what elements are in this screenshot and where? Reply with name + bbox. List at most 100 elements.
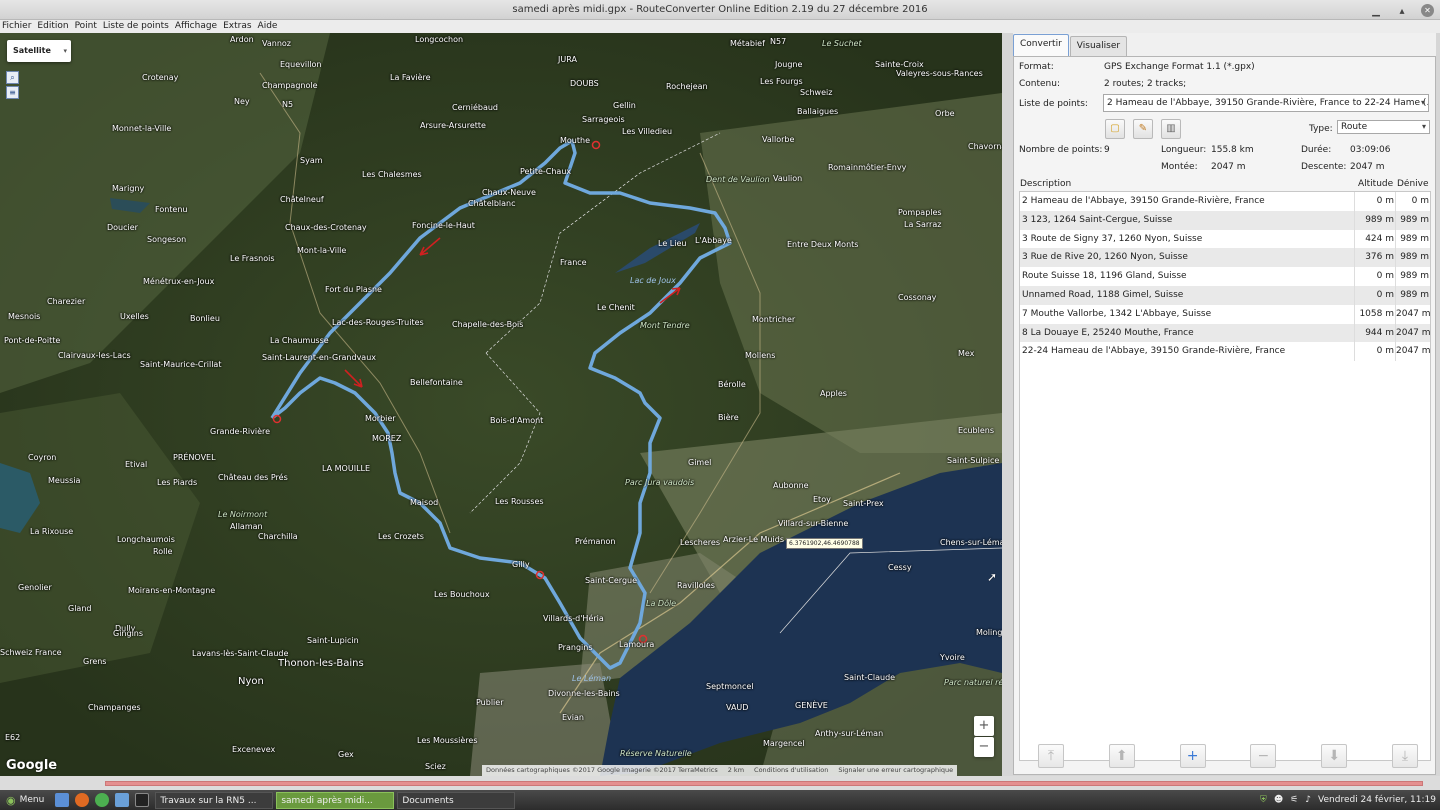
close-button[interactable]: ✕ [1421,4,1434,17]
map-place-label: Crotenay [142,73,179,82]
map-place-label: Chaux-des-Crotenay [285,223,367,232]
map-place-label: N57 [770,37,787,46]
map-place-label: Monnet-la-Ville [112,124,172,133]
row-altitude: 0 m [1354,285,1394,305]
row-elevation-gain: 2047 m [1395,342,1431,362]
task-routeconverter[interactable]: samedi après midi... [276,791,395,809]
firefox-icon[interactable] [75,793,90,807]
type-select[interactable]: Route ▾ [1337,120,1430,134]
window-controls: ▁ ▴ ✕ [1369,2,1434,22]
start-menu-button[interactable]: ◉ Menu [0,794,52,807]
description-header[interactable]: Description [1020,179,1071,189]
rename-button[interactable]: ✎ [1133,119,1153,139]
table-row[interactable]: 8 La Douaye E, 25240 Mouthe, France 944 m… [1020,323,1431,343]
new-file-button[interactable]: ▢ [1105,119,1125,139]
chrome-icon[interactable] [95,793,110,807]
user-icon[interactable]: ☻ [1274,795,1283,805]
map-attribution: Données cartographiques ©2017 Google Ima… [482,765,958,776]
length-label: Longueur: [1161,145,1207,155]
map-place-label: Lac de Joux [630,276,676,285]
elevation-gain-header[interactable]: Dénive [1397,179,1431,189]
terms-link[interactable]: Conditions d'utilisation [754,765,828,776]
list-zoom-icon[interactable]: ≡ [6,86,19,99]
map-place-label: Champanges [88,703,141,712]
remove-position-button[interactable]: − [1250,744,1277,768]
map-place-label: Longchaumois [117,535,175,544]
report-error-link[interactable]: Signaler une erreur cartographique [838,765,953,776]
map-place-label: Saint-Sulpice [947,456,1000,465]
zoom-out-button[interactable]: − [974,737,994,757]
map-place-label: Chapelle-des-Bois [452,320,524,329]
window-titlebar: samedi après midi.gpx - RouteConverter O… [0,0,1440,20]
map-place-label: Les Moussières [417,736,478,745]
menu-edition[interactable]: Edition [37,20,68,33]
menu-aide[interactable]: Aide [258,20,278,33]
map-place-label: Sarrageois [582,115,625,124]
map-place-label: Villard-sur-Bienne [778,519,849,528]
map-place-label: Ménétrux-en-Joux [143,277,215,286]
table-row[interactable]: 3 123, 1264 Saint-Cergue, Suisse 989 m 989… [1020,210,1430,230]
row-description: Unnamed Road, 1188 Gimel, Suisse [1022,289,1184,300]
map-place-label: Grens [83,657,107,666]
row-elevation-gain: 989 m [1395,229,1429,249]
type-label: Type: [1309,124,1333,134]
table-row[interactable]: 7 Mouthe Vallorbe, 1342 L'Abbaye, Suisse… [1020,304,1431,324]
trash-icon: ▥ [1166,123,1176,134]
map-place-label: Les Crozets [378,532,424,541]
chevron-down-icon: ▾ [63,47,67,55]
terminal-icon[interactable] [135,793,150,807]
task-travaux-rn5[interactable]: Travaux sur la RN5 ... [155,791,274,809]
shield-icon[interactable]: ⛨ [1260,795,1267,805]
map-place-label: Publier [476,698,504,707]
tab-convertir[interactable]: Convertir [1013,34,1069,56]
menu-fichier[interactable]: Fichier [2,20,31,33]
contenu-value: 2 routes; 2 tracks; [1104,79,1187,89]
move-bottom-button[interactable]: ⤓ [1391,744,1418,768]
map-place-label: Lescheres [680,538,720,547]
table-row[interactable]: 22-24 Hameau de l'Abbaye, 39150 Grande-R… [1020,342,1431,362]
table-row[interactable]: 2 Hameau de l'Abbaye, 39150 Grande-Riviè… [1020,192,1430,211]
map-place-label: Le Suchet [822,39,862,48]
map-place-label: Fort du Plasne [325,285,382,294]
menu-affichage[interactable]: Affichage [175,20,217,33]
map-view[interactable]: Satellite ▾ ⌕ ≡ + − Google Données carto… [0,33,1002,776]
map-place-label: Bois-d'Amont [490,416,544,425]
row-description: 3 123, 1264 Saint-Cergue, Suisse [1022,214,1173,225]
volume-icon[interactable]: ♪ [1305,795,1311,805]
map-place-label: Cerniébaud [452,103,498,112]
map-place-label: Les Chalesmes [362,170,422,179]
row-altitude: 0 m [1354,192,1394,211]
task-documents[interactable]: Documents [397,791,516,809]
tab-visualiser[interactable]: Visualiser [1069,36,1128,56]
network-icon[interactable]: ⚟ [1290,795,1298,805]
delete-button[interactable]: ▥ [1161,119,1181,139]
menu-liste-de-points[interactable]: Liste de points [103,20,169,33]
point-list-select[interactable]: 2 Hameau de l'Abbaye, 39150 Grande-Riviè… [1103,94,1429,112]
altitude-header[interactable]: Altitude [1358,179,1393,189]
map-place-label: Lamoura [619,640,655,649]
table-row[interactable]: 3 Rue de Rive 20, 1260 Nyon, Suisse 376 m… [1020,248,1430,268]
zoom-in-button[interactable]: + [974,716,994,736]
map-place-label: Morbier [365,414,396,423]
table-row[interactable]: 3 Route de Signy 37, 1260 Nyon, Suisse 42… [1020,229,1430,249]
map-place-label: Entre Deux Monts [787,240,859,249]
table-row[interactable]: Unnamed Road, 1188 Gimel, Suisse 0 m 989 m [1020,285,1430,305]
map-place-label: La Rixouse [30,527,74,536]
show-desktop-icon[interactable] [55,793,70,807]
format-value: GPS Exchange Format 1.1 (*.gpx) [1104,62,1255,72]
move-down-button[interactable]: ⬇ [1321,744,1348,768]
minimize-button[interactable]: ▁ [1369,2,1383,22]
map-place-label: Chens-sur-Léman [940,538,1002,547]
files-icon[interactable] [115,793,130,807]
map-type-select[interactable]: Satellite ▾ [7,40,71,62]
window-title: samedi après midi.gpx - RouteConverter O… [512,4,928,15]
move-up-button[interactable]: ⬆ [1108,744,1135,768]
zoom-area-icon[interactable]: ⌕ [6,71,19,84]
menu-extras[interactable]: Extras [223,20,251,33]
maximize-button[interactable]: ▴ [1395,2,1409,22]
menu-point[interactable]: Point [75,20,97,33]
clock[interactable]: Vendredi 24 février, 11:19 [1318,795,1436,805]
move-top-button[interactable]: ⤒ [1038,744,1064,768]
table-row[interactable]: Route Suisse 18, 1196 Gland, Suisse 0 m 98… [1020,267,1430,286]
add-position-button[interactable]: + [1179,744,1206,768]
